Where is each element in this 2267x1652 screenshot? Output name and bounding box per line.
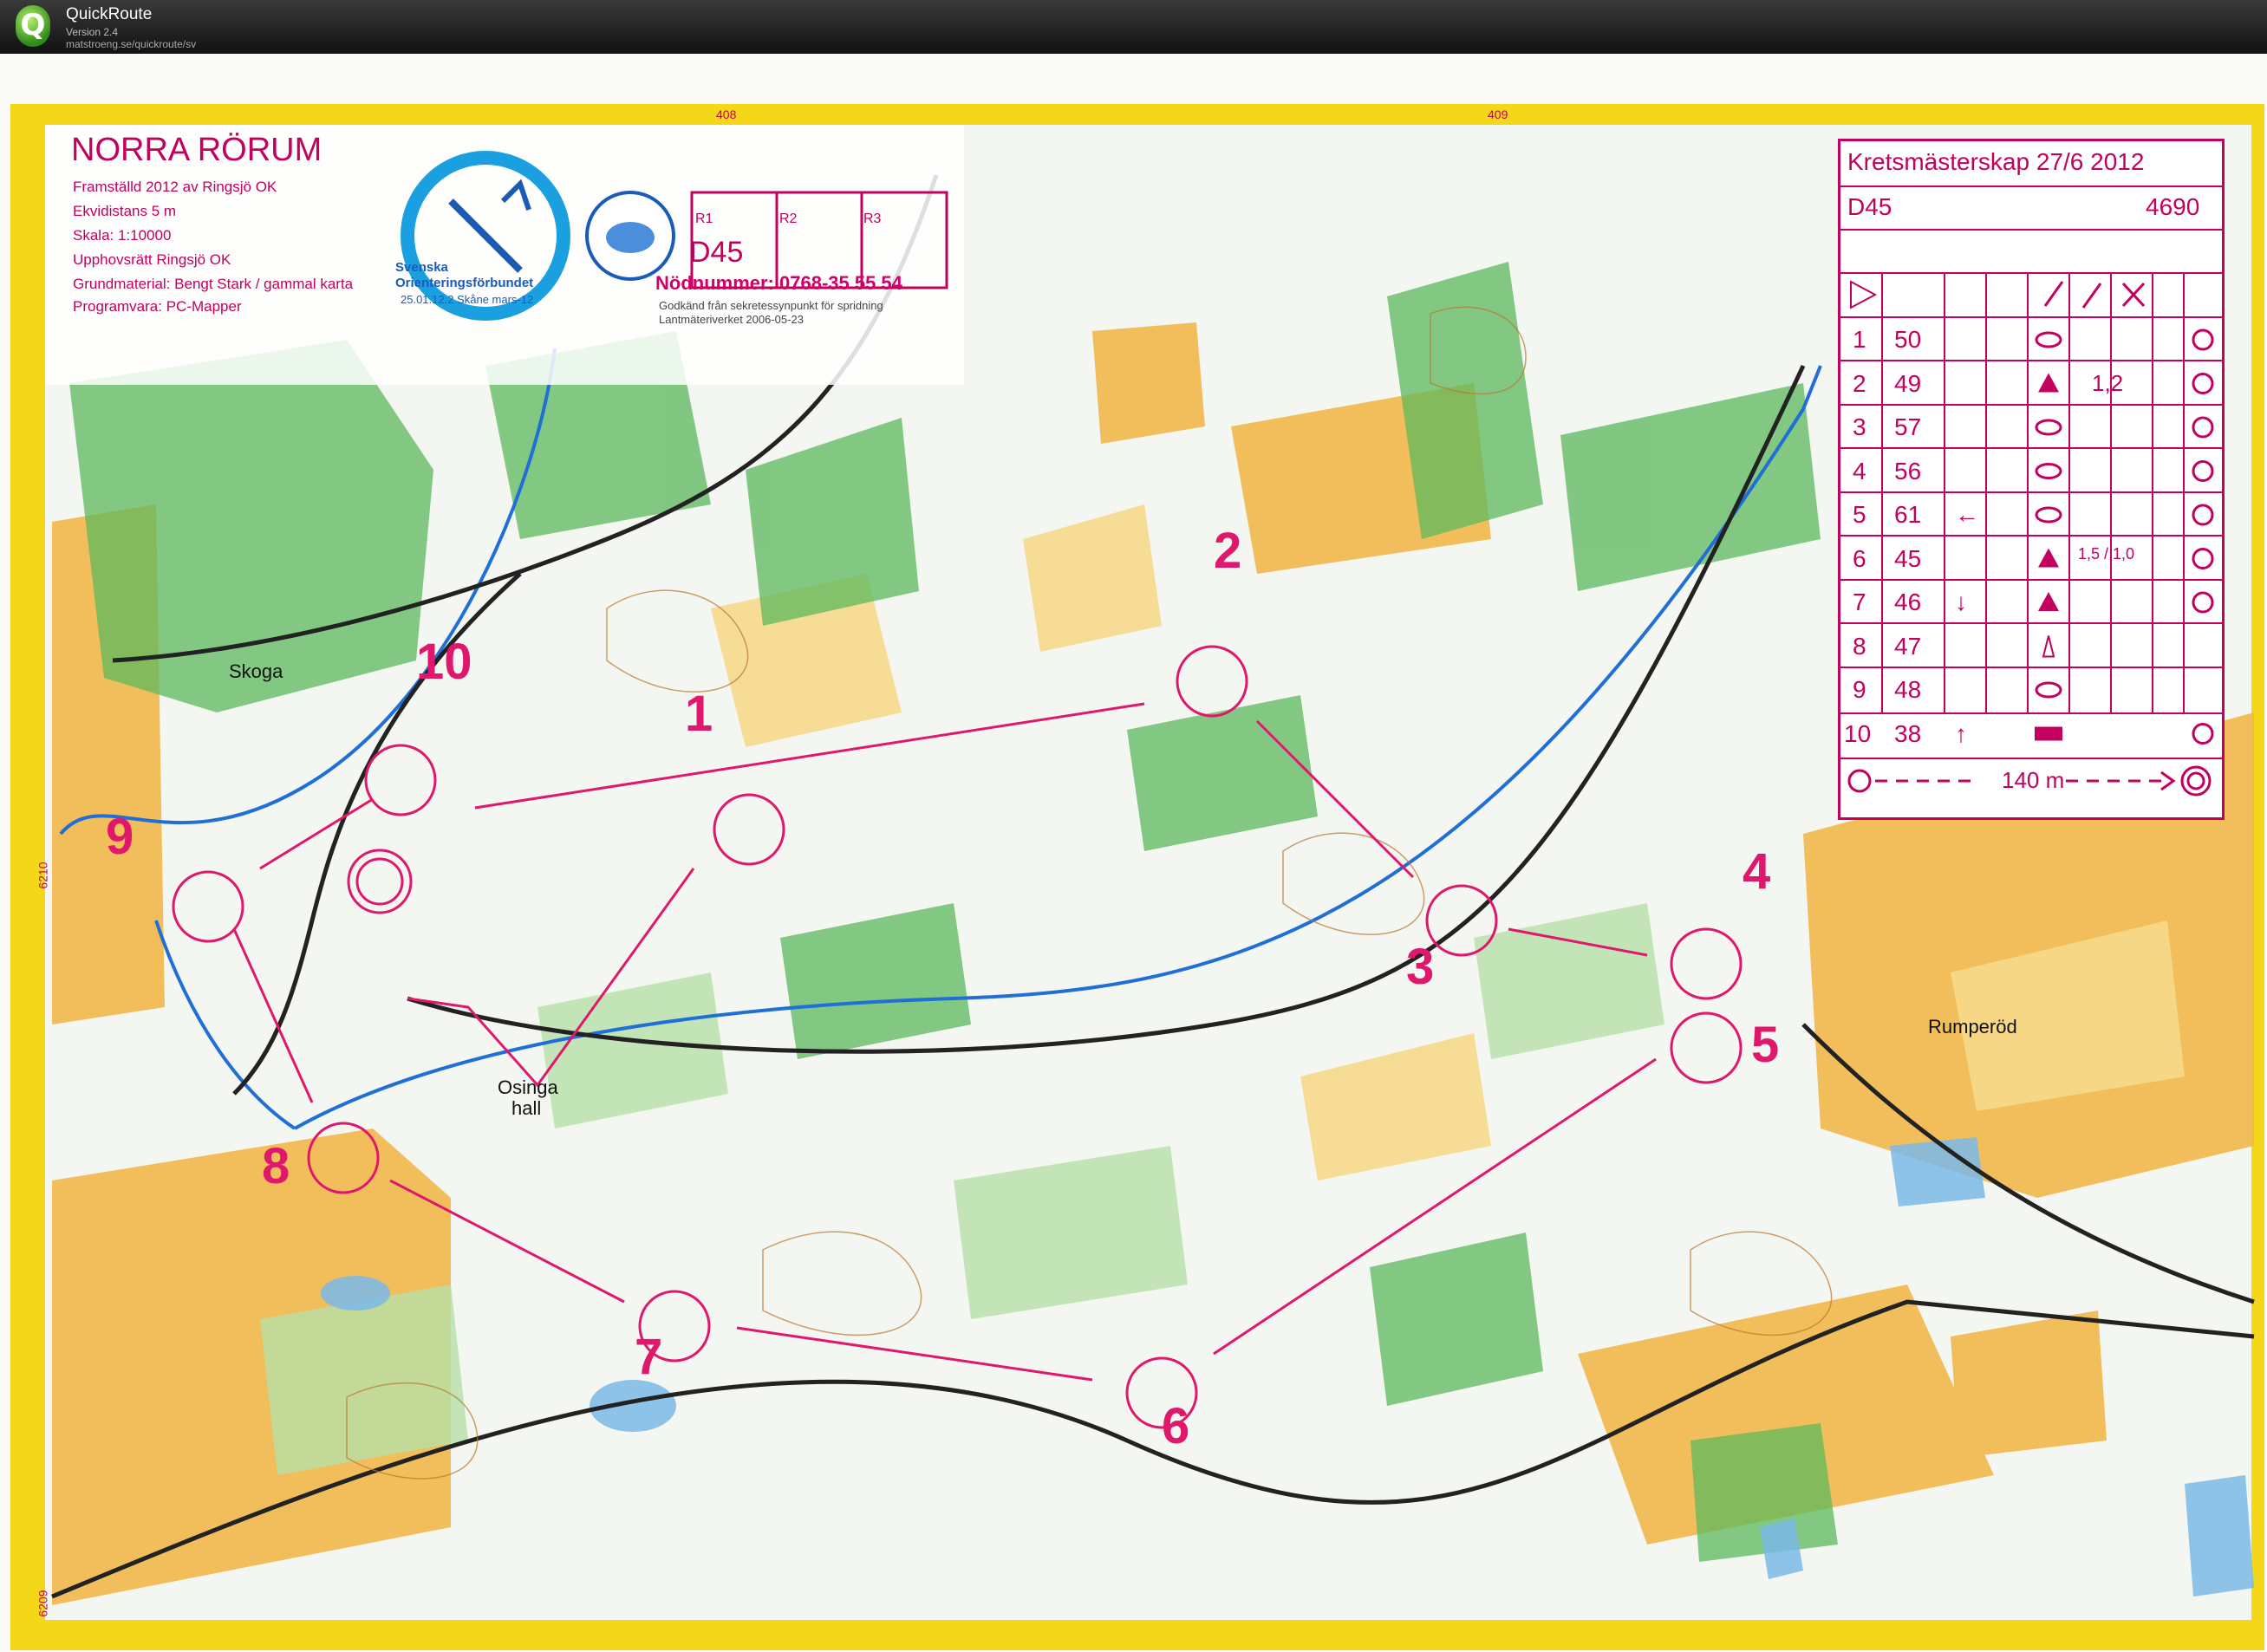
feature-triangle-icon: [2038, 373, 2059, 393]
map-info-line: Grundmaterial: Bengt Stark / gammal kart…: [73, 276, 354, 292]
location-circle-bottom-icon: [2192, 416, 2214, 439]
relay-box-label: R1: [695, 211, 713, 226]
control-code: 46: [1894, 589, 1922, 615]
control-number-8: 8: [262, 1138, 290, 1194]
place-name: hall: [511, 1097, 542, 1119]
control-code: 61: [1894, 501, 1922, 528]
grid-label: 408: [716, 107, 737, 121]
ringsjo-ok-logo: [585, 191, 675, 281]
feature-rect-icon: [2035, 726, 2062, 741]
direction-symbol: ←: [1955, 501, 1979, 528]
place-name: Skoga: [229, 660, 283, 682]
federation-code: 25.01.12.2 Skåne mars-12: [401, 293, 534, 306]
map-info-line: Programvara: PC-Mapper: [73, 298, 242, 315]
control-seq: 2: [1853, 369, 1866, 397]
map-info-line: Ekvidistans 5 m: [73, 203, 177, 219]
app-url: matstroeng.se/quickroute/sv: [66, 38, 197, 50]
dimension: 1,5 / 1,0: [2078, 544, 2135, 563]
location-circle-bottom-icon: [2192, 460, 2214, 482]
feature-rock-icon: [2042, 635, 2055, 658]
approval-text: Godkänd från sekretessynpunkt för spridn…: [659, 299, 883, 312]
relay-box-label: R3: [863, 211, 882, 226]
control-number-2: 2: [1214, 523, 1242, 579]
direction-symbol: ↑: [1955, 719, 1967, 747]
control-number-6: 6: [1162, 1398, 1190, 1454]
start-triangle-icon: [1850, 280, 1878, 309]
grid-label: 6209: [36, 1590, 50, 1617]
control-code: 49: [1894, 369, 1922, 397]
control-seq: 1: [1853, 326, 1866, 353]
map-info-line: Upphovsrätt Ringsjö OK: [73, 251, 231, 268]
control-code: 38: [1894, 719, 1922, 747]
federation-name: Orienteringsförbundet: [395, 276, 534, 290]
control-number-10: 10: [416, 634, 472, 690]
location-circle-top-icon: [2192, 591, 2214, 614]
control-number-1: 1: [685, 686, 713, 742]
map-view[interactable]: NORRA RÖRUM Framställd 2012 av Ringsjö O…: [0, 54, 2267, 1652]
control-description-sheet: Kretsmästerskap 27/6 2012 D45 4690 1 50 2 4…: [1838, 139, 2225, 820]
feature-ellipse-icon: [2035, 681, 2062, 699]
control-seq: 3: [1853, 413, 1866, 440]
title-bar: Q QuickRoute Version 2.4 matstroeng.se/q…: [0, 0, 2267, 54]
grid-label: 6210: [36, 862, 50, 889]
control-number-3: 3: [1406, 939, 1435, 995]
map-info-line: Skala: 1:10000: [73, 227, 172, 244]
control-number-7: 7: [635, 1329, 663, 1385]
class-code: D45: [689, 236, 744, 269]
control-code: 50: [1894, 326, 1922, 353]
control-seq: 8: [1853, 632, 1866, 660]
feature-ellipse-icon: [2035, 419, 2062, 436]
location-circle-top-icon: [2192, 723, 2214, 745]
location-circle-top-icon: [2192, 373, 2214, 394]
approval-text: Lantmäteriverket 2006-05-23: [659, 313, 804, 326]
quickroute-logo-icon: Q: [16, 5, 50, 47]
feature-ellipse-icon: [2035, 506, 2062, 524]
feature-symbols: [2035, 328, 2214, 745]
map-title: NORRA RÖRUM: [71, 132, 322, 168]
direction-symbol: ↓: [1955, 589, 1967, 615]
control-seq: 9: [1853, 676, 1866, 703]
control-code: 56: [1894, 457, 1922, 485]
control-seq: 7: [1853, 589, 1866, 615]
control-code: 45: [1894, 544, 1922, 572]
description-class: D45: [1847, 193, 1892, 220]
description-length: 4690: [2146, 193, 2200, 220]
finish-distance: 140 m: [2002, 767, 2065, 793]
description-event: Kretsmästerskap 27/6 2012: [1847, 148, 2145, 175]
control-seq: 10: [1844, 719, 1872, 747]
feature-triangle-icon: [2038, 592, 2059, 611]
control-seq: 6: [1853, 544, 1866, 572]
control-code: 57: [1894, 413, 1922, 440]
grid-label: 409: [1488, 107, 1508, 121]
app-name: QuickRoute: [66, 5, 153, 23]
location-circle-top-icon: [2192, 328, 2214, 351]
location-circle-left-icon: [2192, 548, 2214, 569]
dimension: 1,2: [2092, 369, 2124, 396]
emergency-number: Nödnummer: 0768-35 55 54: [655, 272, 902, 294]
feature-ellipse-icon: [2035, 331, 2062, 348]
map-info-line: Framställd 2012 av Ringsjö OK: [73, 179, 277, 195]
control-code: 47: [1894, 632, 1922, 660]
place-name: Rumperöd: [1928, 1016, 2017, 1037]
control-number-4: 4: [1743, 843, 1771, 900]
feature-triangle-icon: [2038, 548, 2059, 568]
federation-name: Svenska: [395, 260, 448, 275]
control-number-5: 5: [1751, 1017, 1780, 1073]
control-seq: 5: [1853, 501, 1866, 528]
app-version: Version 2.4: [66, 26, 119, 38]
feature-ellipse-icon: [2035, 463, 2062, 479]
control-number-9: 9: [106, 809, 134, 865]
place-name: Osinga: [498, 1076, 558, 1098]
location-circle-bottom-icon: [2192, 504, 2214, 526]
control-seq: 4: [1853, 457, 1866, 485]
control-code: 48: [1894, 676, 1922, 703]
relay-box-label: R2: [779, 211, 798, 226]
